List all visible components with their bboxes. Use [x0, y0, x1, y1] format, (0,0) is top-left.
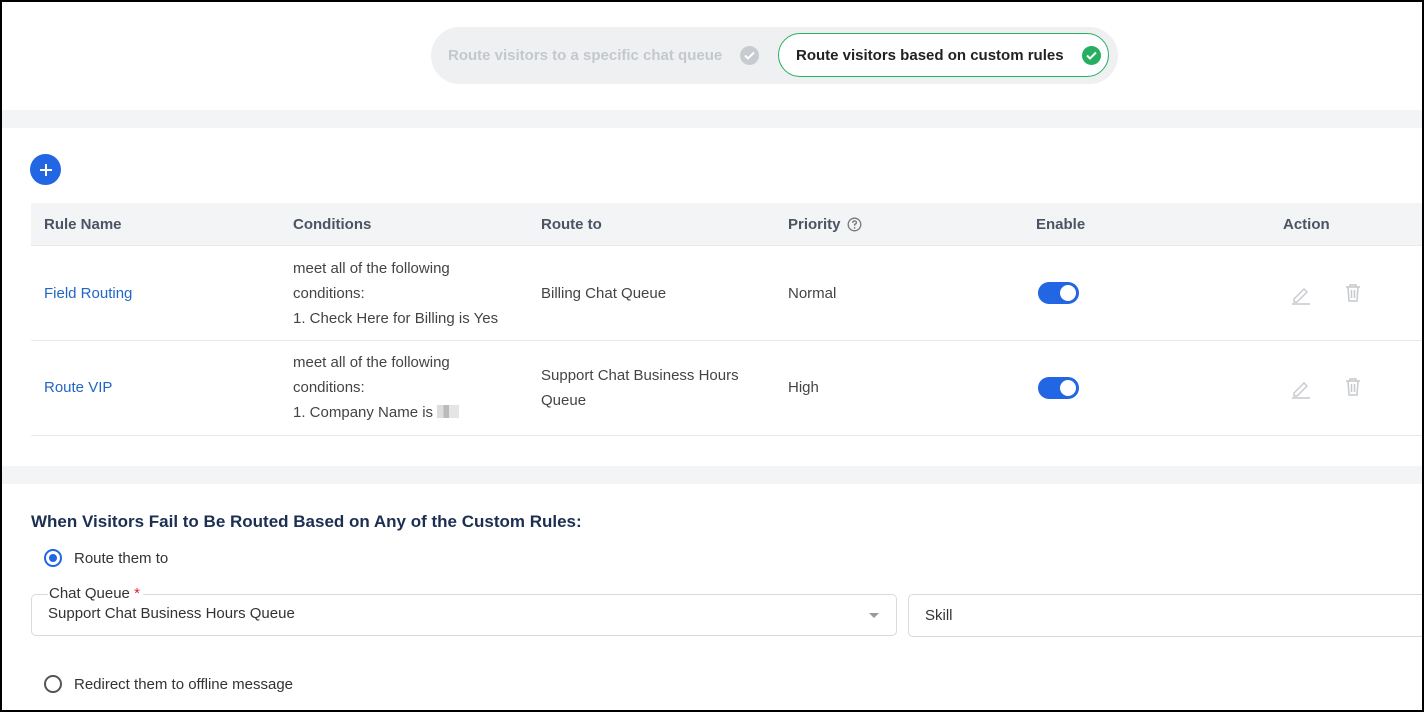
- chat-queue-select[interactable]: Chat Queue * Support Chat Business Hours…: [31, 585, 897, 636]
- route-custom-rules-label: Route visitors based on custom rules: [796, 46, 1064, 64]
- route-to-line: Queue: [541, 392, 587, 409]
- skill-placeholder: Skill: [925, 607, 953, 624]
- header-rule-name: Rule Name: [44, 216, 122, 233]
- trash-icon[interactable]: [1343, 376, 1363, 398]
- header-priority: Priority: [788, 216, 862, 233]
- header-route-to: Route to: [541, 216, 602, 233]
- condition-line: meet all of the following: [293, 260, 450, 277]
- route-custom-rules-option[interactable]: Route visitors based on custom rules: [778, 33, 1109, 77]
- chat-queue-label: Chat Queue *: [48, 585, 143, 602]
- route-them-to-label: Route them to: [74, 549, 169, 567]
- condition-line: meet all of the following: [293, 354, 450, 371]
- header-action: Action: [1283, 216, 1330, 233]
- route-them-to-option[interactable]: Route them to: [44, 549, 168, 567]
- table-row: Route VIP meet all of the following cond…: [31, 341, 1422, 436]
- condition-line: 1. Company Name is: [293, 400, 460, 425]
- condition-line: conditions:: [293, 379, 365, 396]
- rule-route-to: Support Chat Business Hours Queue: [541, 363, 739, 413]
- rule-name-link[interactable]: Route VIP: [44, 375, 112, 400]
- route-to-line: Billing Chat Queue: [541, 285, 667, 302]
- header-priority-label: Priority: [788, 216, 841, 233]
- rule-conditions: meet all of the following conditions: 1.…: [293, 350, 460, 425]
- redirect-offline-option[interactable]: Redirect them to offline message: [44, 675, 293, 693]
- rule-priority: High: [788, 379, 819, 396]
- trash-icon[interactable]: [1343, 282, 1363, 304]
- rule-conditions: meet all of the following conditions: 1.…: [293, 256, 498, 331]
- required-mark: *: [134, 585, 140, 602]
- section-divider: [2, 110, 1422, 128]
- plus-icon: [39, 163, 52, 176]
- rule-name-link[interactable]: Field Routing: [44, 281, 132, 306]
- check-circle-icon: [740, 45, 760, 65]
- radio-unselected[interactable]: [44, 675, 62, 693]
- route-specific-queue-label: Route visitors to a specific chat queue: [448, 46, 723, 64]
- header-conditions: Conditions: [293, 216, 372, 233]
- chat-queue-value: Support Chat Business Hours Queue: [48, 605, 295, 622]
- route-to-line: Support Chat Business Hours: [541, 367, 739, 384]
- skill-select[interactable]: Skill: [908, 594, 1424, 637]
- radio-selected[interactable]: [44, 549, 62, 567]
- table-row: Field Routing meet all of the following …: [31, 246, 1422, 341]
- enable-toggle[interactable]: [1038, 282, 1079, 304]
- redirect-offline-label: Redirect them to offline message: [74, 675, 294, 693]
- edit-icon[interactable]: [1290, 283, 1312, 305]
- condition-line: conditions:: [293, 285, 365, 302]
- enable-toggle[interactable]: [1038, 377, 1079, 399]
- chevron-down-icon: [869, 613, 879, 618]
- header-enable: Enable: [1036, 216, 1086, 233]
- route-specific-queue-option[interactable]: Route visitors to a specific chat queue: [448, 43, 760, 67]
- fallback-section-title: When Visitors Fail to Be Routed Based on…: [31, 512, 582, 531]
- help-icon[interactable]: [847, 217, 862, 232]
- add-rule-button[interactable]: [30, 154, 61, 185]
- redacted-value: [437, 405, 460, 418]
- condition-line: 1. Check Here for Billing is Yes: [293, 310, 499, 327]
- section-divider: [2, 466, 1422, 484]
- check-circle-icon: [1081, 45, 1101, 65]
- rules-table-header: Rule Name Conditions Route to Priority E…: [31, 203, 1422, 246]
- edit-icon[interactable]: [1290, 377, 1312, 399]
- routing-mode-toggle: Route visitors to a specific chat queue …: [431, 27, 1118, 84]
- rule-priority: Normal: [788, 285, 837, 302]
- rule-route-to: Billing Chat Queue: [541, 281, 666, 306]
